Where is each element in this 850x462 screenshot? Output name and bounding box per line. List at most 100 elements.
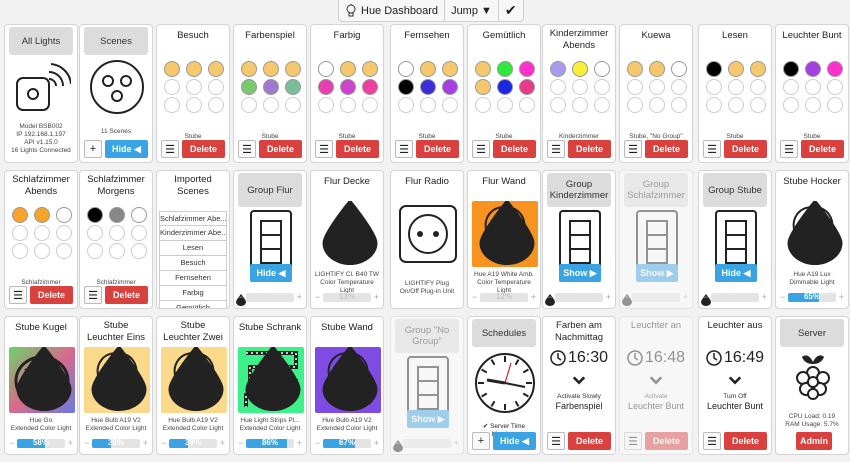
minus-icon[interactable]: − (547, 292, 552, 302)
card-group[interactable]: Group Schlafzimmer Show ▶ − + (619, 170, 693, 309)
imported-scene-item[interactable]: Farbig (159, 286, 227, 301)
minus-icon[interactable]: − (395, 438, 400, 448)
card-group[interactable]: Group Kinderzimmer Show ▶ − + (542, 170, 616, 309)
plus-icon[interactable]: + (531, 292, 536, 302)
delete-button[interactable]: Delete (30, 286, 73, 304)
slider-track[interactable] (403, 438, 451, 448)
brightness-slider[interactable]: − 86% + (238, 437, 302, 449)
toggle-button[interactable]: Hide ◀ (715, 264, 757, 282)
minus-icon[interactable]: − (9, 438, 14, 448)
plus-icon[interactable]: + (454, 438, 459, 448)
list-icon[interactable]: ☰ (472, 140, 490, 158)
minus-icon[interactable]: − (238, 438, 243, 448)
toggle-button[interactable]: Show ▶ (407, 410, 449, 428)
card-scene[interactable]: Lesen Stube ☰ Delete (698, 24, 772, 163)
card-scene[interactable]: Kinderzimmer Abends Kinderzimmer ☰ Delete (542, 24, 616, 163)
list-icon[interactable]: ☰ (84, 286, 102, 304)
dashboard-title[interactable]: Hue Dashboard (339, 0, 446, 21)
brightness-slider[interactable]: − 67% + (315, 437, 379, 449)
card-group[interactable]: Group "No Group" Show ▶ − + (390, 316, 464, 455)
minus-icon[interactable]: − (624, 292, 629, 302)
list-icon[interactable]: ☰ (238, 140, 256, 158)
brightness-slider[interactable]: − + (238, 291, 302, 303)
list-icon[interactable]: ☰ (395, 140, 413, 158)
delete-button[interactable]: Delete (493, 140, 536, 158)
card-scene[interactable]: Schlafzimmer Morgens Schlafzimmer ☰ Delete (79, 170, 153, 309)
delete-button[interactable]: Delete (645, 432, 688, 450)
list-icon[interactable]: ☰ (315, 140, 333, 158)
slider-track[interactable]: 67% (323, 438, 371, 448)
delete-button[interactable]: Delete (416, 140, 459, 158)
list-icon[interactable]: ☰ (547, 432, 565, 450)
delete-button[interactable]: Delete (724, 432, 767, 450)
card-scene[interactable]: Kuewa Stube, "No Group" ☰ Delete (619, 24, 693, 163)
list-icon[interactable]: ☰ (161, 140, 179, 158)
card-schedule[interactable]: Leuchter aus 16:49 Turn Off Leuchter Bunt ☰ D… (698, 316, 772, 455)
list-icon[interactable]: ☰ (547, 140, 565, 158)
admin-button[interactable]: Admin (796, 432, 832, 450)
imported-scene-item[interactable]: Lesen (159, 241, 227, 256)
card-flur-radio[interactable]: Flur Radio LIGHTIFY Plug On/Off Plug-in … (390, 170, 464, 309)
plus-icon[interactable]: + (762, 292, 767, 302)
minus-icon[interactable]: − (315, 292, 320, 302)
plus-icon[interactable]: + (297, 438, 302, 448)
card-light[interactable]: Stube Leuchter Eins Hue Bulb A19 V2 Exten… (79, 316, 153, 455)
brightness-slider[interactable]: − 58% + (9, 437, 73, 449)
delete-button[interactable]: Delete (182, 140, 225, 158)
card-light[interactable]: Stube Schrank Hue Light Strips Pl... Exte… (233, 316, 307, 455)
brightness-slider[interactable]: − 39% + (84, 437, 148, 449)
delete-button[interactable]: Delete (568, 140, 611, 158)
jump-dropdown[interactable]: Jump ▼ (445, 0, 499, 21)
slider-track[interactable]: 58% (17, 438, 65, 448)
card-schedule[interactable]: Leuchter an 16:48 Activate Leuchter Bunt ☰ De… (619, 316, 693, 455)
delete-button[interactable]: Delete (105, 286, 148, 304)
minus-icon[interactable]: − (84, 438, 89, 448)
card-server[interactable]: Server CPU Load: 0.19 RAM Usage: 5.7% Ad… (775, 316, 849, 455)
card-group[interactable]: Group Flur Hide ◀ − + (233, 170, 307, 309)
brightness-slider[interactable]: − + (395, 437, 459, 449)
list-icon[interactable]: ☰ (703, 432, 721, 450)
plus-icon[interactable]: + (297, 292, 302, 302)
plus-icon[interactable]: + (606, 292, 611, 302)
delete-button[interactable]: Delete (724, 140, 767, 158)
card-scene[interactable]: Leuchter Bunt Stube ☰ Delete (775, 24, 849, 163)
delete-button[interactable]: Delete (645, 140, 688, 158)
plus-icon[interactable]: + (220, 438, 225, 448)
slider-track[interactable] (632, 292, 680, 302)
card-scenes[interactable]: Scenes 11 Scenes + Hide ◀ (79, 24, 153, 163)
slider-track[interactable]: 65% (788, 292, 836, 302)
slider-track[interactable]: 13% (323, 292, 371, 302)
card-scene[interactable]: Fernsehen Stube ☰ Delete (390, 24, 464, 163)
list-icon[interactable]: ☰ (624, 140, 642, 158)
minus-icon[interactable]: − (780, 292, 785, 302)
minus-icon[interactable]: − (703, 292, 708, 302)
imported-scene-item[interactable]: Besuch (159, 256, 227, 271)
toggle-button[interactable]: Hide ◀ (250, 264, 292, 282)
card-scene[interactable]: Besuch Stube ☰ Delete (156, 24, 230, 163)
card-light[interactable]: Flur Wand Hue A19 White Amb. Color Temper… (467, 170, 541, 309)
card-scene[interactable]: Schlafzimmer Abends Schlafzimmer ☰ Delete (4, 170, 78, 309)
check-icon[interactable]: ✔ (499, 0, 523, 21)
minus-icon[interactable]: − (315, 438, 320, 448)
brightness-slider[interactable]: − 65% + (780, 291, 844, 303)
slider-track[interactable]: 86% (246, 438, 294, 448)
slider-track[interactable] (555, 292, 603, 302)
delete-button[interactable]: Delete (568, 432, 611, 450)
add-scene-button[interactable]: + (84, 140, 102, 158)
slider-track[interactable]: 39% (92, 438, 140, 448)
brightness-slider[interactable]: − + (624, 291, 688, 303)
hide-button[interactable]: Hide ◀ (105, 140, 148, 158)
list-icon[interactable]: ☰ (780, 140, 798, 158)
card-schedule[interactable]: Farben am Nachmittag 16:30 Activate Slowly… (542, 316, 616, 455)
list-icon[interactable]: ☰ (703, 140, 721, 158)
brightness-slider[interactable]: − 13% + (315, 291, 379, 303)
slider-track[interactable]: 12% (480, 292, 528, 302)
toggle-button[interactable]: Show ▶ (559, 264, 601, 282)
delete-button[interactable]: Delete (259, 140, 302, 158)
minus-icon[interactable]: − (161, 438, 166, 448)
list-icon[interactable]: ☰ (624, 432, 642, 450)
card-light[interactable]: Stube Hocker Hue A19 Lux Dimmable Light − 6… (775, 170, 849, 309)
card-light[interactable]: Flur Decke LIGHTIFY Cl. B40 TW Color Temp… (310, 170, 384, 309)
add-schedule-button[interactable]: + (472, 432, 490, 450)
slider-track[interactable] (711, 292, 759, 302)
